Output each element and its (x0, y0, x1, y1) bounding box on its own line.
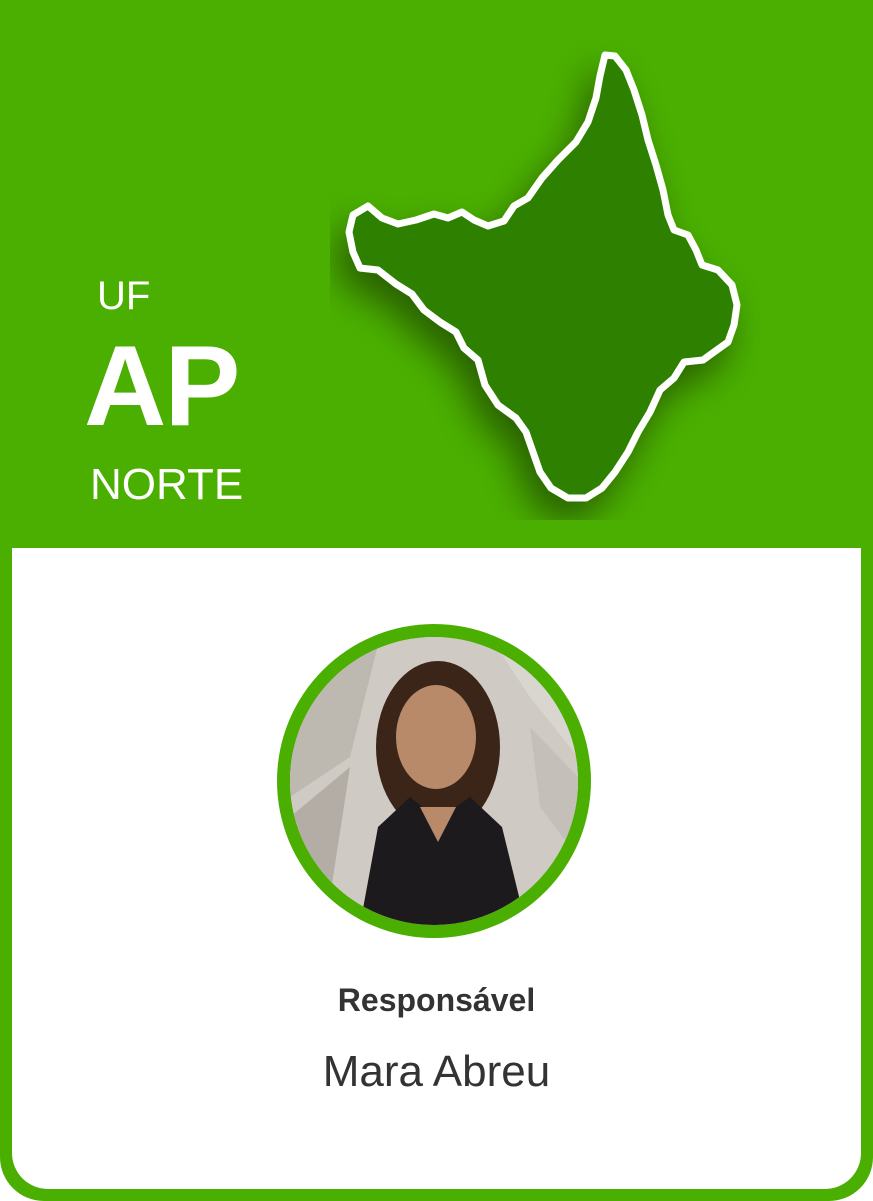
state-code: AP (84, 323, 240, 450)
person-photo (290, 637, 578, 925)
region-label: NORTE (90, 460, 244, 509)
state-map-icon (345, 51, 741, 502)
responsible-label: Responsável (337, 982, 536, 1018)
state-card: UF AP NORTE Responsável Mara Abreu (0, 0, 873, 1201)
uf-label: UF (97, 274, 151, 318)
responsible-name: Mara Abreu (322, 1047, 551, 1096)
avatar (277, 624, 591, 938)
